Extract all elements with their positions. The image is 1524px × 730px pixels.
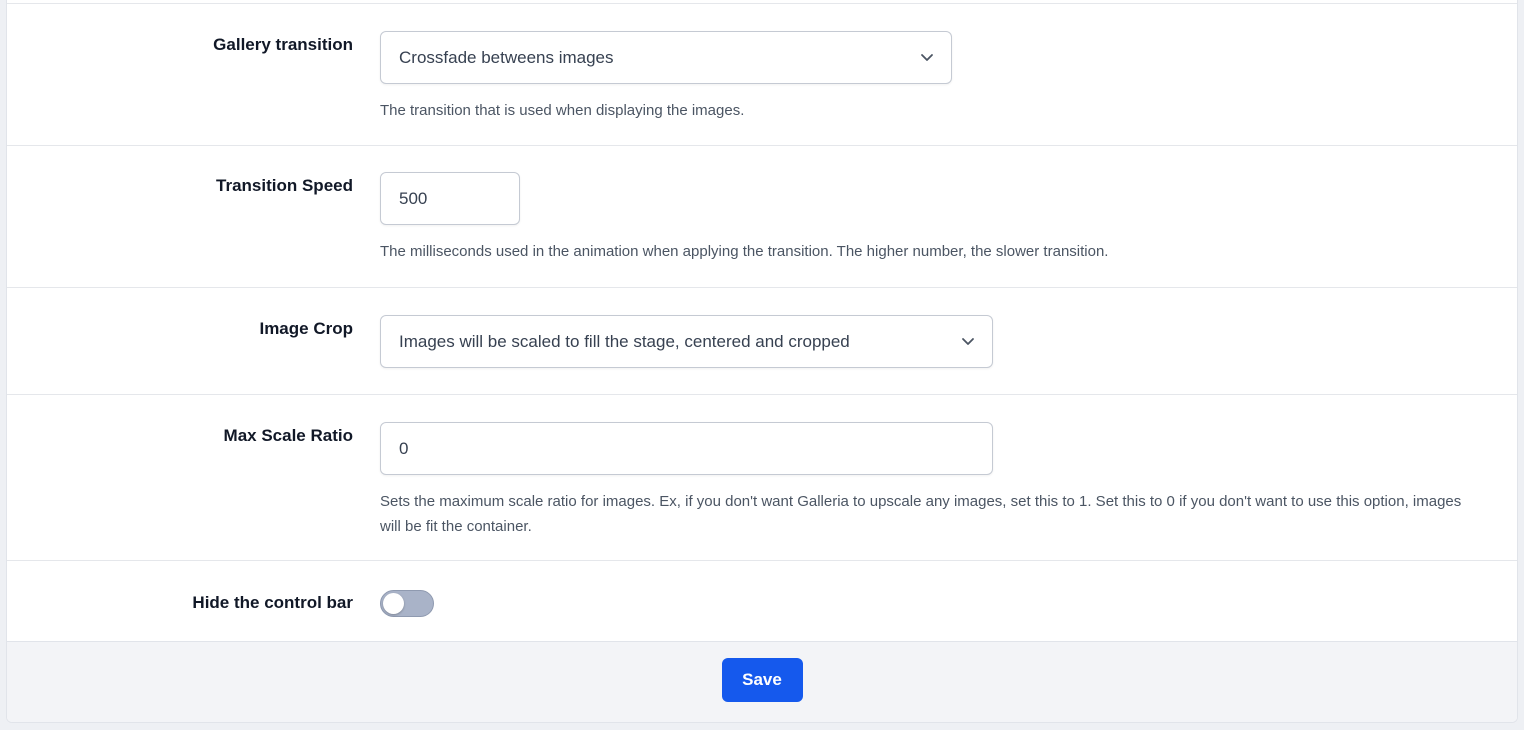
max-scale-ratio-input[interactable] [380, 422, 993, 475]
transition-speed-help: The milliseconds used in the animation w… [380, 243, 1109, 260]
transition-speed-input[interactable] [380, 172, 520, 225]
image-crop-selected-value: Images will be scaled to fill the stage,… [399, 331, 850, 351]
max-scale-ratio-control: Sets the maximum scale ratio for images.… [380, 422, 1470, 539]
toggle-knob [383, 593, 404, 614]
chevron-down-icon [919, 49, 935, 65]
transition-speed-label: Transition Speed [216, 176, 353, 195]
gallery-transition-selected-value: Crossfade betweens images [399, 47, 614, 67]
max-scale-ratio-help: Sets the maximum scale ratio for images.… [380, 493, 1462, 535]
save-button[interactable]: Save [721, 658, 803, 702]
transition-speed-row: Transition Speed The milliseconds used i… [7, 146, 1517, 288]
image-crop-control: Images will be scaled to fill the stage,… [380, 315, 993, 368]
image-crop-row: Image Crop Images will be scaled to fill… [7, 288, 1517, 395]
chevron-down-icon [960, 333, 976, 349]
image-crop-label: Image Crop [259, 319, 353, 338]
hide-control-bar-label: Hide the control bar [192, 593, 353, 612]
hide-control-bar-toggle[interactable] [380, 590, 434, 617]
image-crop-select[interactable]: Images will be scaled to fill the stage,… [380, 315, 993, 368]
hide-control-bar-control [380, 590, 434, 617]
max-scale-ratio-label: Max Scale Ratio [223, 426, 353, 445]
hide-control-bar-row: Hide the control bar [7, 561, 1517, 643]
transition-speed-control: The milliseconds used in the animation w… [380, 172, 1470, 264]
settings-card: Gallery transition Crossfade betweens im… [6, 0, 1518, 723]
gallery-transition-row: Gallery transition Crossfade betweens im… [7, 3, 1517, 146]
gallery-transition-select[interactable]: Crossfade betweens images [380, 31, 952, 84]
form-footer: Save [7, 641, 1517, 722]
gallery-transition-control: Crossfade betweens images The transition… [380, 31, 1470, 123]
gallery-transition-label: Gallery transition [213, 35, 353, 54]
max-scale-ratio-row: Max Scale Ratio Sets the maximum scale r… [7, 395, 1517, 561]
gallery-transition-help: The transition that is used when display… [380, 102, 745, 119]
